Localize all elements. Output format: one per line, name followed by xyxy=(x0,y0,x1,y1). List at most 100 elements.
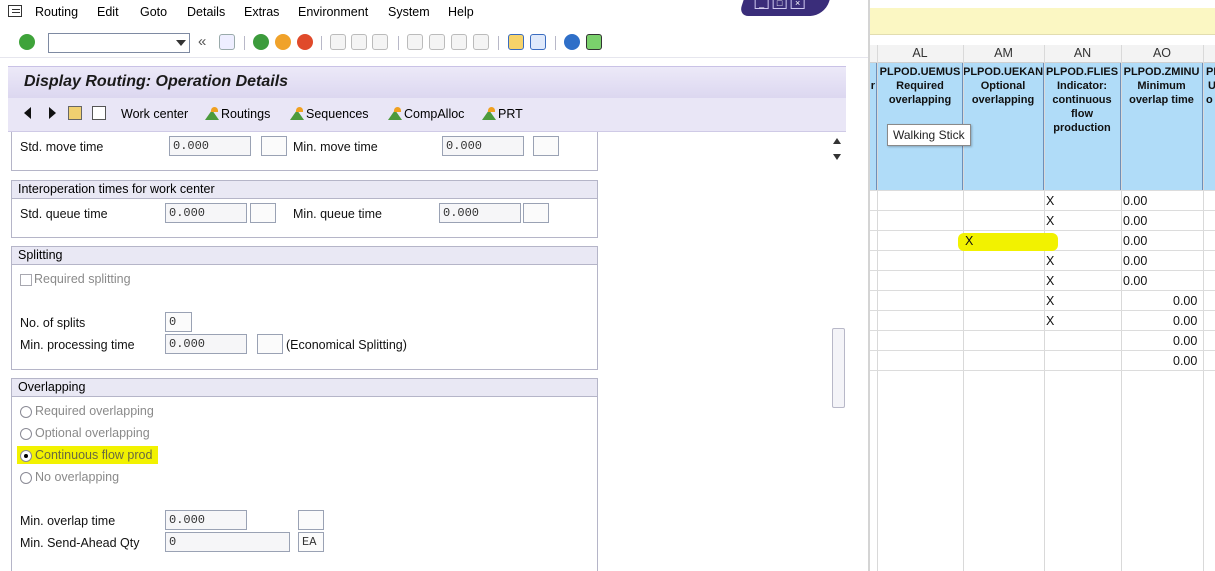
column-an[interactable]: AN xyxy=(1044,46,1121,60)
cell-ao-6[interactable]: 0.00 xyxy=(1173,294,1197,308)
column-al[interactable]: AL xyxy=(877,46,963,60)
required-splitting-checkbox[interactable] xyxy=(20,274,32,286)
column-ao[interactable]: AO xyxy=(1121,46,1203,60)
menu-extras[interactable]: Extras xyxy=(244,5,279,19)
min-move-time-field[interactable]: 0.000 xyxy=(442,136,524,156)
cell-ao-9[interactable]: 0.00 xyxy=(1173,354,1197,368)
last-page-icon[interactable] xyxy=(473,34,489,50)
cell-an-5[interactable]: X xyxy=(1046,274,1054,288)
menu-goto[interactable]: Goto xyxy=(140,5,167,19)
menu-routing[interactable]: Routing xyxy=(35,5,78,19)
previous-page-icon[interactable] xyxy=(429,34,445,50)
std-queue-time-unit[interactable] xyxy=(250,203,276,223)
window-controls: _ □ × xyxy=(738,0,832,16)
header-cell-an[interactable]: PLPOD.FLIES Indicator: continuous flow p… xyxy=(1044,63,1121,190)
shortcut-icon[interactable] xyxy=(530,34,546,50)
sequences-button[interactable]: Sequences xyxy=(290,107,369,121)
first-page-icon[interactable] xyxy=(407,34,423,50)
find-icon[interactable] xyxy=(351,34,367,50)
menu-details[interactable]: Details xyxy=(187,5,225,19)
cell-ao-2[interactable]: 0.00 xyxy=(1123,214,1147,228)
menu-edit[interactable]: Edit xyxy=(97,5,119,19)
min-queue-time-unit[interactable] xyxy=(523,203,549,223)
min-overlap-time-unit[interactable] xyxy=(298,510,324,530)
close-icon[interactable]: × xyxy=(790,0,805,9)
scrollbar-thumb[interactable] xyxy=(832,328,845,408)
scroll-down-icon[interactable] xyxy=(833,154,841,160)
print-icon[interactable] xyxy=(330,34,346,50)
cell-an-4[interactable]: X xyxy=(1046,254,1054,268)
next-icon[interactable] xyxy=(49,107,56,119)
overlapping-group: Overlapping Required overlapping Optiona… xyxy=(11,378,598,571)
header-cell-ao[interactable]: PLPOD.ZMINU Minimum overlap time xyxy=(1121,63,1203,190)
menu-help[interactable]: Help xyxy=(448,5,474,19)
continuous-flow-radio[interactable] xyxy=(20,450,32,462)
edit-icon[interactable] xyxy=(92,106,106,120)
cell-ao-3[interactable]: 0.00 xyxy=(1123,234,1147,248)
header-cell-clipped-right[interactable]: PL U o xyxy=(1203,63,1215,190)
cancel-icon[interactable] xyxy=(297,34,313,50)
chevron-down-icon[interactable] xyxy=(176,40,186,46)
new-session-icon[interactable] xyxy=(508,34,524,50)
std-move-time-field[interactable]: 0.000 xyxy=(169,136,251,156)
min-processing-time-unit[interactable] xyxy=(257,334,283,354)
min-move-time-unit[interactable] xyxy=(533,136,559,156)
std-move-time-unit[interactable] xyxy=(261,136,287,156)
menu-system[interactable]: System xyxy=(388,5,430,19)
cell-ao-4[interactable]: 0.00 xyxy=(1123,254,1147,268)
send-ahead-unit-field[interactable]: EA xyxy=(298,532,324,552)
menu-icon[interactable] xyxy=(8,5,22,17)
cell-ao-8[interactable]: 0.00 xyxy=(1173,334,1197,348)
previous-icon[interactable] xyxy=(24,107,31,119)
no-of-splits-field[interactable]: 0 xyxy=(165,312,192,332)
exit-icon[interactable] xyxy=(275,34,291,50)
header-cell-am[interactable]: PLPOD.UEKAN Optional overlapping xyxy=(963,63,1044,190)
cell-an-2[interactable]: X xyxy=(1046,214,1054,228)
std-queue-time-field[interactable]: 0.000 xyxy=(165,203,247,223)
command-field[interactable] xyxy=(48,33,190,53)
routings-label: Routings xyxy=(221,107,271,121)
min-queue-time-field[interactable]: 0.000 xyxy=(439,203,521,223)
cell-ao-1[interactable]: 0.00 xyxy=(1123,194,1147,208)
compalloc-button[interactable]: CompAlloc xyxy=(388,107,464,121)
min-processing-time-field[interactable]: 0.000 xyxy=(165,334,247,354)
vertical-scrollbar[interactable] xyxy=(830,132,846,571)
maximize-icon[interactable]: □ xyxy=(772,0,787,9)
menu-environment[interactable]: Environment xyxy=(298,5,368,19)
header-al-desc: Required overlapping xyxy=(888,80,952,106)
min-overlap-time-field[interactable]: 0.000 xyxy=(165,510,247,530)
std-move-time-label: Std. move time xyxy=(20,140,104,154)
prt-button[interactable]: PRT xyxy=(482,107,523,121)
hierarchy-icon[interactable] xyxy=(68,106,82,120)
compalloc-label: CompAlloc xyxy=(404,107,465,121)
min-move-time-label: Min. move time xyxy=(293,140,378,154)
cell-an-7[interactable]: X xyxy=(1046,314,1054,328)
no-overlapping-radio[interactable] xyxy=(20,472,32,484)
cell-an-6[interactable]: X xyxy=(1046,294,1054,308)
enter-check-icon[interactable] xyxy=(19,34,35,50)
back-icon[interactable] xyxy=(253,34,269,50)
cell-an-1[interactable]: X xyxy=(1046,194,1054,208)
minimize-icon[interactable]: _ xyxy=(754,0,769,9)
routings-button[interactable]: Routings xyxy=(205,107,270,121)
save-icon[interactable] xyxy=(219,34,235,50)
min-send-ahead-qty-field[interactable]: 0 xyxy=(165,532,290,552)
prt-icon xyxy=(482,107,497,120)
spreadsheet-window: AL AM AN AO r PLPOD.UEMUS Required overl… xyxy=(868,0,1215,571)
scroll-up-icon[interactable] xyxy=(833,138,841,144)
header-cell-clipped-left[interactable]: r xyxy=(870,63,877,190)
help-icon[interactable] xyxy=(564,34,580,50)
next-page-icon[interactable] xyxy=(451,34,467,50)
application-toolbar: Work center Routings Sequences CompAlloc… xyxy=(8,98,846,132)
column-am[interactable]: AM xyxy=(963,46,1044,60)
work-center-button[interactable]: Work center xyxy=(121,107,188,121)
clipped-right-bot: o xyxy=(1206,94,1213,106)
find-next-icon[interactable] xyxy=(372,34,388,50)
optional-overlapping-radio[interactable] xyxy=(20,428,32,440)
cell-ao-5[interactable]: 0.00 xyxy=(1123,274,1147,288)
layout-icon[interactable] xyxy=(586,34,602,50)
nav-back-icon[interactable]: « xyxy=(198,33,206,50)
required-overlapping-radio[interactable] xyxy=(20,406,32,418)
cell-am-3[interactable]: X xyxy=(965,234,973,248)
cell-ao-7[interactable]: 0.00 xyxy=(1173,314,1197,328)
